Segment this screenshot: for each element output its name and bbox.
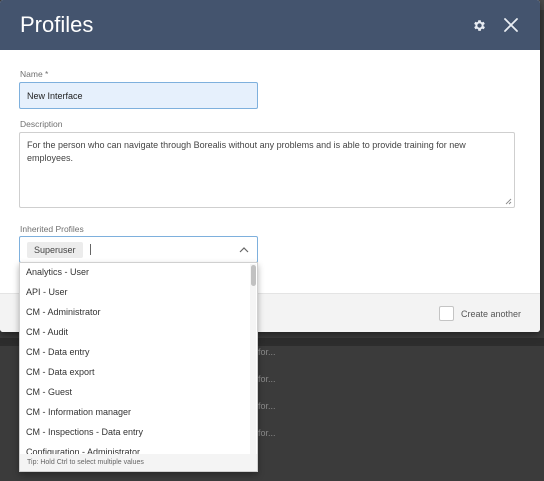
create-another-toggle[interactable]: Create another xyxy=(438,306,521,321)
dropdown-tip: Tip: Hold Ctrl to select multiple values xyxy=(20,454,257,471)
dropdown-option[interactable]: CM - Audit xyxy=(20,322,252,342)
dropdown-option[interactable]: CM - Data export xyxy=(20,362,252,382)
inherited-profiles-select[interactable]: Superuser xyxy=(19,236,258,263)
dropdown-option[interactable]: CM - Information manager xyxy=(20,402,252,422)
modal-body: Name * Description For the person who ca… xyxy=(0,50,540,293)
modal-header: Profiles xyxy=(0,0,540,50)
dropdown-option[interactable]: CM - Data entry xyxy=(20,342,252,362)
dropdown-option[interactable]: API - User xyxy=(20,282,252,302)
gear-icon[interactable] xyxy=(468,14,490,36)
dropdown-scrollbar-track[interactable] xyxy=(250,264,256,454)
name-input[interactable] xyxy=(19,82,258,109)
inherited-profiles-label: Inherited Profiles xyxy=(20,224,84,234)
description-textarea[interactable]: For the person who can navigate through … xyxy=(19,132,515,208)
create-another-label: Create another xyxy=(460,308,521,319)
resize-grip-icon[interactable] xyxy=(505,198,512,205)
dropdown-option[interactable]: CM - Administrator xyxy=(20,302,252,322)
dropdown-option[interactable]: CM - Guest xyxy=(20,382,252,402)
name-label: Name * xyxy=(20,69,49,79)
description-label: Description xyxy=(20,119,63,129)
background-row-text: for... xyxy=(258,428,276,438)
chevron-up-icon[interactable] xyxy=(239,246,249,253)
close-icon[interactable] xyxy=(500,14,522,36)
modal-title: Profiles xyxy=(20,12,94,37)
dropdown-option[interactable]: Analytics - User xyxy=(20,263,252,282)
background-row-text: for... xyxy=(258,401,276,411)
dropdown-option-list: Analytics - User API - User CM - Adminis… xyxy=(20,263,252,456)
background-row-text: for... xyxy=(258,374,276,384)
background-row-text: for... xyxy=(258,347,276,357)
dropdown-scrollbar-thumb[interactable] xyxy=(251,265,256,286)
dropdown-option[interactable]: CM - Inspections - Data entry xyxy=(20,422,252,442)
create-another-checkbox[interactable] xyxy=(438,306,454,321)
text-caret xyxy=(89,244,91,255)
profiles-dropdown: Analytics - User API - User CM - Adminis… xyxy=(19,262,258,472)
selected-profile-chip[interactable]: Superuser xyxy=(27,241,83,258)
